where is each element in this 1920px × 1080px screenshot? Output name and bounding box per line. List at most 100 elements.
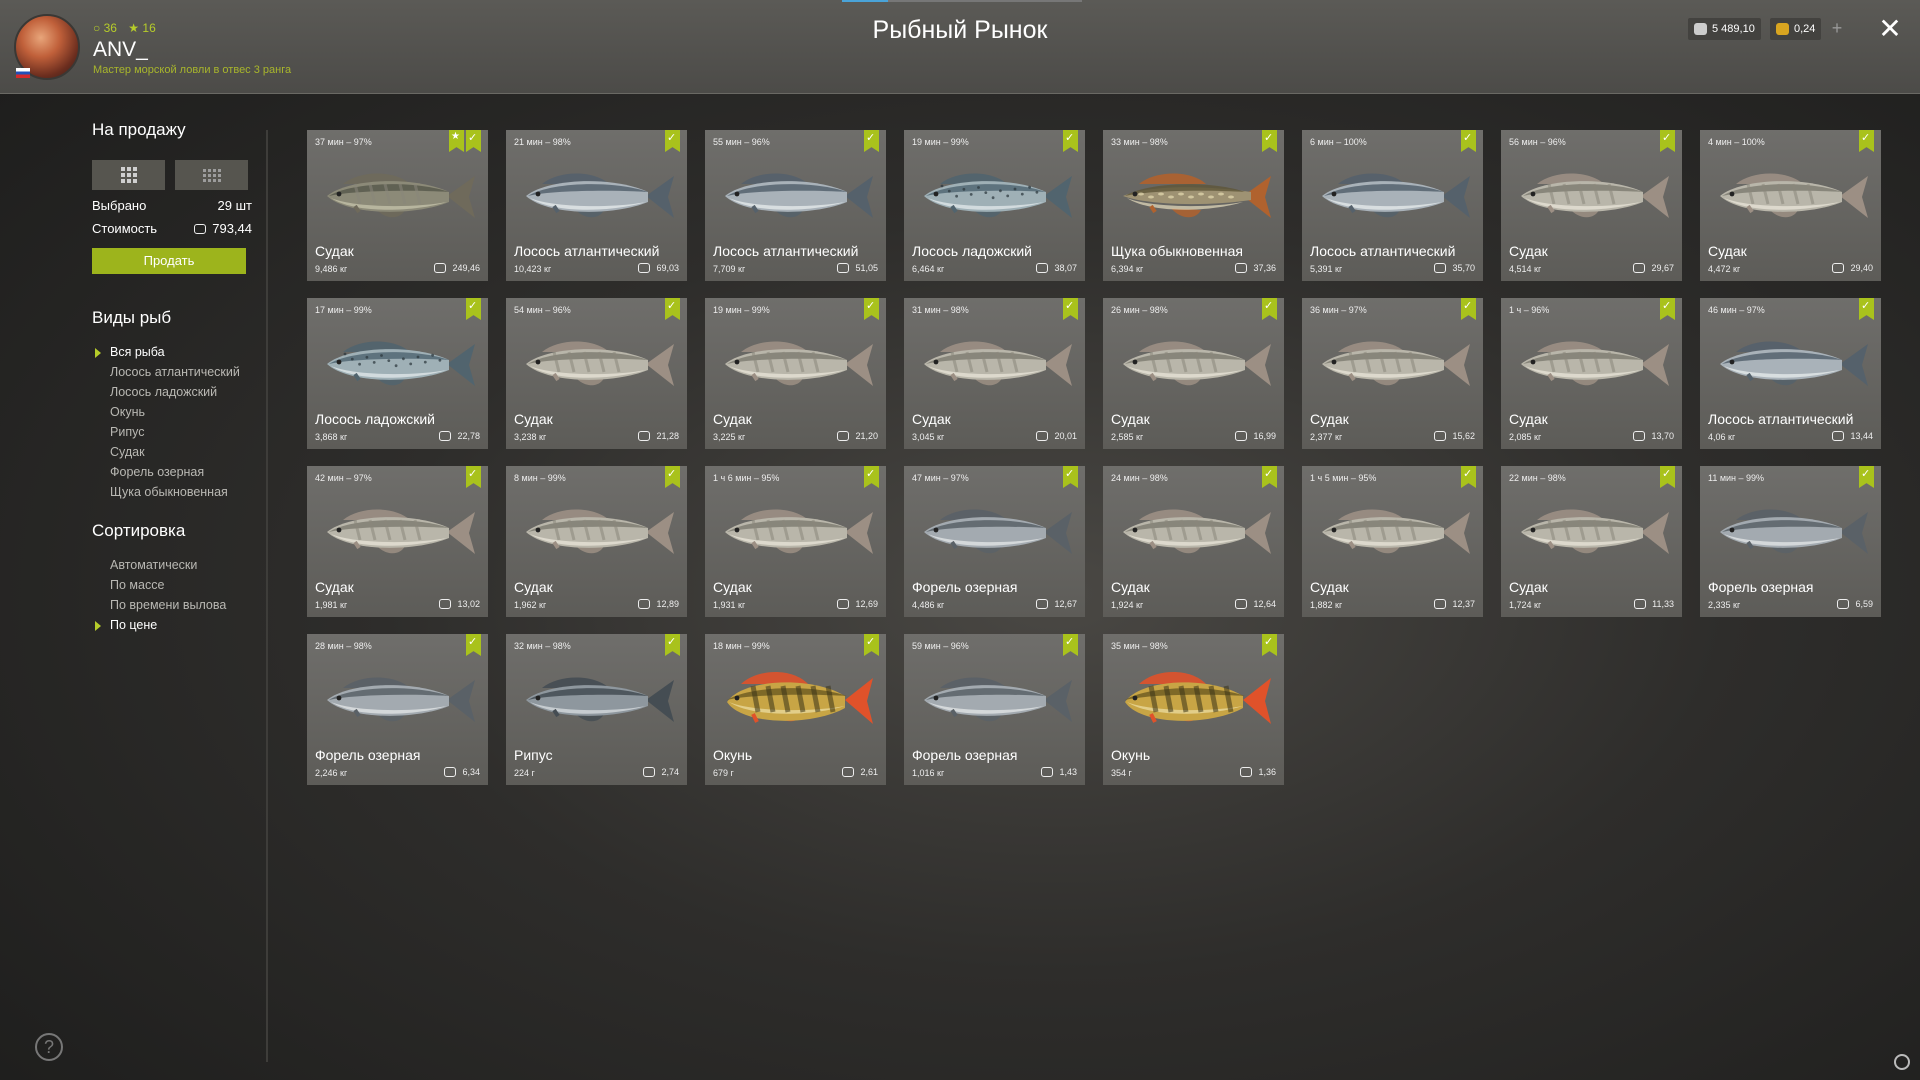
- coin-icon: [1633, 263, 1646, 273]
- species-filter-item[interactable]: Лосось ладожский: [92, 386, 252, 399]
- selected-check-icon[interactable]: [1461, 130, 1476, 152]
- fish-card[interactable]: 17 мин – 99% Лосось ладожский 3,868 кг 2…: [307, 298, 488, 449]
- selected-check-icon[interactable]: [1262, 130, 1277, 152]
- fish-price: 1,43: [1041, 767, 1077, 777]
- fish-card[interactable]: 11 мин – 99% Форель озерная 2,335 кг 6,5…: [1700, 466, 1881, 617]
- species-filter-item[interactable]: Окунь: [92, 406, 252, 419]
- sort-option-item[interactable]: Автоматически: [92, 559, 252, 572]
- fish-card[interactable]: 1 ч – 96% Судак 2,085 кг 13,70: [1501, 298, 1682, 449]
- coin-icon: [1832, 263, 1845, 273]
- fish-weight: 6,394 кг: [1111, 264, 1144, 274]
- coin-icon: [837, 431, 850, 441]
- fish-card[interactable]: 26 мин – 98% Судак 2,585 кг 16,99: [1103, 298, 1284, 449]
- close-button[interactable]: ✕: [1875, 14, 1905, 44]
- sort-option-item[interactable]: По времени вылова: [92, 599, 252, 612]
- fish-card[interactable]: 22 мин – 98% Судак 1,724 кг 11,33: [1501, 466, 1682, 617]
- fish-card[interactable]: 32 мин – 98% Рипус 224 г 2,74: [506, 634, 687, 785]
- fish-name: Лосось атлантический: [713, 243, 859, 259]
- selected-check-icon[interactable]: [665, 298, 680, 320]
- selected-check-icon[interactable]: [665, 466, 680, 488]
- fish-card[interactable]: 6 мин – 100% Лосось атлантический 5,391 …: [1302, 130, 1483, 281]
- fish-card[interactable]: 59 мин – 96% Форель озерная 1,016 кг 1,4…: [904, 634, 1085, 785]
- fish-card[interactable]: 31 мин – 98% Судак 3,045 кг 20,01: [904, 298, 1085, 449]
- selected-check-icon[interactable]: [466, 298, 481, 320]
- fish-image: [1720, 341, 1868, 386]
- selected-check-icon[interactable]: [864, 634, 879, 656]
- fish-card[interactable]: 1 ч 6 мин – 95% Судак 1,931 кг 12,69: [705, 466, 886, 617]
- fish-card[interactable]: 19 мин – 99% Лосось ладожский 6,464 кг 3…: [904, 130, 1085, 281]
- selected-check-icon[interactable]: [1063, 634, 1078, 656]
- selected-check-icon[interactable]: [1660, 130, 1675, 152]
- fish-card[interactable]: 19 мин – 99% Судак 3,225 кг 21,20: [705, 298, 886, 449]
- fish-card[interactable]: 8 мин – 99% Судак 1,962 кг 12,89: [506, 466, 687, 617]
- selected-check-icon[interactable]: [1063, 130, 1078, 152]
- price-value: 13,44: [1850, 431, 1873, 441]
- selected-check-icon[interactable]: [1660, 466, 1675, 488]
- selected-check-icon[interactable]: [665, 130, 680, 152]
- catch-time: 54 мин – 96%: [514, 305, 571, 315]
- species-filter-item[interactable]: Вся рыба: [92, 346, 252, 359]
- species-filter-item[interactable]: Судак: [92, 446, 252, 459]
- price-value: 1,36: [1258, 767, 1276, 777]
- gold-balance: 0,24: [1770, 18, 1822, 40]
- selected-check-icon[interactable]: [1859, 466, 1874, 488]
- selected-check-icon[interactable]: [864, 298, 879, 320]
- selected-check-icon[interactable]: [1859, 130, 1874, 152]
- fish-price: 12,37: [1434, 599, 1475, 609]
- fish-card[interactable]: 28 мин – 98% Форель озерная 2,246 кг 6,3…: [307, 634, 488, 785]
- fish-card[interactable]: 56 мин – 96% Судак 4,514 кг 29,67: [1501, 130, 1682, 281]
- fish-card[interactable]: 21 мин – 98% Лосось атлантический 10,423…: [506, 130, 687, 281]
- catch-time: 55 мин – 96%: [713, 137, 770, 147]
- fish-card[interactable]: 4 мин – 100% Судак 4,472 кг 29,40: [1700, 130, 1881, 281]
- small-grid-icon: [202, 168, 221, 182]
- small-grid-view-button[interactable]: [175, 160, 248, 190]
- settings-icon[interactable]: [1894, 1054, 1910, 1070]
- selected-check-icon[interactable]: [466, 634, 481, 656]
- fish-card[interactable]: 47 мин – 97% Форель озерная 4,486 кг 12,…: [904, 466, 1085, 617]
- selected-check-icon[interactable]: [1461, 466, 1476, 488]
- cost-value-wrap: 793,44: [194, 221, 252, 236]
- selected-check-icon[interactable]: [864, 130, 879, 152]
- selected-check-icon[interactable]: [466, 466, 481, 488]
- favorite-icon[interactable]: [449, 130, 464, 152]
- fish-card[interactable]: 42 мин – 97% Судак 1,981 кг 13,02: [307, 466, 488, 617]
- selected-check-icon[interactable]: [665, 634, 680, 656]
- sell-button[interactable]: Продать: [92, 248, 246, 274]
- fish-card[interactable]: 46 мин – 97% Лосось атлантический 4,06 к…: [1700, 298, 1881, 449]
- fish-name: Судак: [1509, 243, 1548, 259]
- sort-option-item[interactable]: По цене: [92, 619, 252, 632]
- fish-card[interactable]: 37 мин – 97% Судак 9,486 кг 249,46: [307, 130, 488, 281]
- sidebar-divider: [266, 130, 268, 1062]
- species-filter-item[interactable]: Лосось атлантический: [92, 366, 252, 379]
- fish-card[interactable]: 33 мин – 98% Щука обыкновенная 6,394 кг …: [1103, 130, 1284, 281]
- species-filter-item[interactable]: Форель озерная: [92, 466, 252, 479]
- selected-check-icon[interactable]: [864, 466, 879, 488]
- fish-illustration: [315, 496, 480, 562]
- selected-check-icon[interactable]: [1461, 298, 1476, 320]
- selected-check-icon[interactable]: [1063, 466, 1078, 488]
- selected-check-icon[interactable]: [1262, 298, 1277, 320]
- fish-price: 6,34: [444, 767, 480, 777]
- selected-check-icon[interactable]: [1660, 298, 1675, 320]
- selected-check-icon[interactable]: [1859, 298, 1874, 320]
- fish-card[interactable]: 35 мин – 98% Окунь 354 г 1,36: [1103, 634, 1284, 785]
- fish-card[interactable]: 36 мин – 97% Судак 2,377 кг 15,62: [1302, 298, 1483, 449]
- species-filter-item[interactable]: Рипус: [92, 426, 252, 439]
- selected-check-icon[interactable]: [466, 130, 481, 152]
- fish-weight: 7,709 кг: [713, 264, 746, 274]
- sort-option-item[interactable]: По массе: [92, 579, 252, 592]
- selected-check-icon[interactable]: [1262, 466, 1277, 488]
- selected-check-icon[interactable]: [1063, 298, 1078, 320]
- fish-card[interactable]: 24 мин – 98% Судак 1,924 кг 12,64: [1103, 466, 1284, 617]
- add-currency-button[interactable]: +: [1826, 18, 1848, 40]
- species-filter-item[interactable]: Щука обыкновенная: [92, 486, 252, 499]
- selected-check-icon[interactable]: [1262, 634, 1277, 656]
- fish-card[interactable]: 1 ч 5 мин – 95% Судак 1,882 кг 12,37: [1302, 466, 1483, 617]
- fish-card[interactable]: 18 мин – 99% Окунь 679 г 2,61: [705, 634, 886, 785]
- fish-price: 20,01: [1036, 431, 1077, 441]
- fish-illustration: [1111, 496, 1276, 562]
- fish-card[interactable]: 54 мин – 96% Судак 3,238 кг 21,28: [506, 298, 687, 449]
- fish-card[interactable]: 55 мин – 96% Лосось атлантический 7,709 …: [705, 130, 886, 281]
- large-grid-view-button[interactable]: [92, 160, 165, 190]
- help-button[interactable]: ?: [35, 1033, 63, 1061]
